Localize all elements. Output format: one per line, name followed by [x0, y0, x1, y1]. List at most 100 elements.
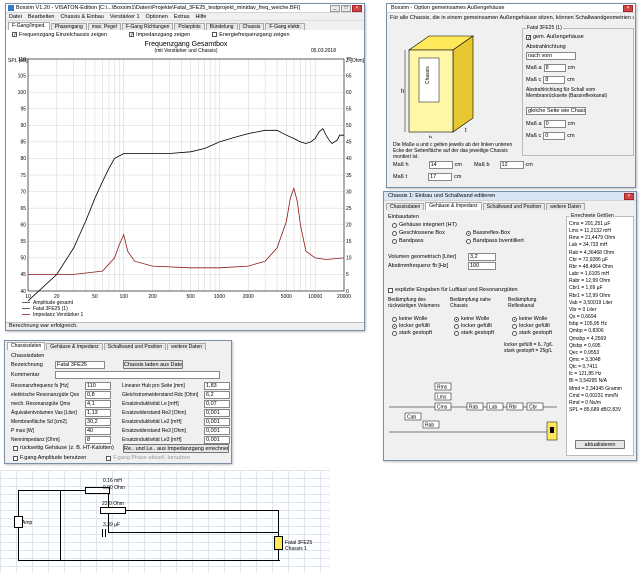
tab-1[interactable]: Phasengang [50, 23, 87, 30]
menu-item-1[interactable]: Bearbeiten [28, 14, 55, 20]
bed-option[interactable]: locker gefüllt [392, 323, 430, 329]
menu-item-4[interactable]: Optionen [146, 14, 168, 20]
gehaeuse-close-button[interactable]: × [623, 4, 633, 12]
result-line: Labr = 1,6105 mH [569, 271, 610, 278]
chassis-tab-0[interactable]: Chassisdaten [7, 342, 46, 350]
tab-6[interactable]: Chassis [238, 23, 265, 30]
param-input[interactable]: 0,001 [204, 408, 230, 417]
abstrahl-select[interactable]: nach vorn [526, 52, 576, 60]
tab-3[interactable]: F-Gang Richtungen [121, 23, 174, 30]
result-line: Qmbp = 0,8306 [569, 328, 604, 335]
chassis-tabs: Chassisdaten Gehäuse & Impedanz Schallwand… [5, 341, 231, 350]
bed-option[interactable]: locker gefüllt [512, 323, 550, 329]
chassis-tab-2[interactable]: Schallwand und Position [103, 343, 167, 350]
mass-a-input[interactable]: 8 [543, 63, 566, 72]
chk-einzelchassis[interactable]: ✓ Frequenzgang Einzelchassis zeigen [12, 31, 107, 38]
einbau-tab-0[interactable]: Chassisdaten [386, 203, 425, 210]
chk-energie[interactable]: Energiefrequenzgang zeigen [212, 31, 290, 38]
bed-option[interactable]: stark gestopft [454, 330, 494, 336]
ytick-right: 35 [346, 173, 352, 179]
mass-c-input[interactable]: 8 [543, 75, 566, 84]
radio-geschlossen[interactable]: Geschlossene Box [392, 230, 457, 236]
result-line: Qtsbp = 0,695 [569, 342, 601, 349]
menu-item-3[interactable]: Verstärker 1 [110, 14, 140, 20]
explizit-checkbox[interactable]: explizite Eingaben für Luftlast und Reso… [388, 287, 518, 293]
chassis-tab-3[interactable]: weitere Daten [167, 343, 207, 350]
amp-label: Amp [22, 520, 33, 526]
abstrahl-label: Abstrahlrichtung [526, 44, 566, 50]
ytick-left: 45 [20, 272, 26, 278]
einbau-close-button[interactable]: × [624, 192, 634, 200]
bed-option[interactable]: stark gestopft [512, 330, 552, 336]
xtick: 1000 [214, 294, 225, 300]
ytick-right: 25 [346, 206, 352, 212]
chk-impedanz[interactable]: ✓ Impedanzgang zeigen [129, 31, 190, 38]
mass-h-input[interactable]: 14 [428, 160, 453, 169]
volumen-input[interactable]: 3,2 [468, 252, 496, 261]
chart-subtitle: (mit Verstärker und Chassis) [154, 48, 217, 54]
menu-item-2[interactable]: Chassis & Einbau [60, 14, 103, 20]
abstimm-input[interactable]: 100 [468, 261, 496, 270]
radio-bassreflex[interactable]: Bassreflex-Box [466, 230, 524, 236]
mass-b-input[interactable]: 12 [499, 160, 524, 169]
bed-option[interactable]: keine Wolle [392, 316, 427, 322]
param-input[interactable]: 8 [85, 435, 111, 444]
menu-item-0[interactable]: Datei [9, 14, 22, 20]
close-button[interactable]: × [352, 4, 362, 12]
resistor-r1[interactable] [100, 507, 126, 514]
param-input[interactable]: 40 [85, 426, 111, 435]
chassis-tab-1[interactable]: Gehäuse & Impedanz [46, 343, 103, 350]
radio-bandpass-vent[interactable]: Bandpass bventilliert [466, 238, 524, 244]
result-line: fsbp = 105,95 Hz [569, 321, 607, 328]
bed-option[interactable]: stark gestopft [392, 330, 432, 336]
aktualisieren-button[interactable]: aktualisieren [575, 440, 625, 449]
mass-t-input[interactable]: 17 [428, 172, 453, 181]
param-input[interactable]: 6,2 [204, 390, 230, 399]
gem-aussengehaeuse-checkbox[interactable]: ✓ gem. Außengehäuse [526, 34, 584, 40]
param-input[interactable]: 0,001 [204, 426, 230, 435]
menu-item-6[interactable]: Hilfe [195, 14, 206, 20]
minimize-button[interactable]: _ [330, 4, 340, 12]
mass-a2-input[interactable]: 0 [543, 119, 566, 128]
param-input[interactable]: 110 [85, 381, 111, 390]
equivalent-circuit: Rms Lms Cms Cab Rab Rab Lab Rbr Cbr [389, 382, 557, 433]
radio-integriert[interactable]: Gehäuse integriert (HT) [392, 222, 457, 228]
chassis-laden-button[interactable]: Chassis laden aus Datei ... [123, 360, 183, 369]
tab-0[interactable]: F-Gang/Imped. [8, 22, 50, 30]
mass-c2-input[interactable]: 0 [543, 131, 566, 140]
tab-2[interactable]: max. Pegel [87, 23, 121, 30]
maximize-button[interactable]: □ [341, 4, 351, 12]
bed-option[interactable]: keine Wolle [454, 316, 489, 322]
bed1-label: Bedämpfung des rückwärtigen Volumens [388, 297, 440, 309]
einbau-tab-2[interactable]: Schallwand und Position [482, 203, 546, 210]
radio-bandpass[interactable]: Bandpass [392, 238, 457, 244]
tab-7[interactable]: F-Gang elektr. [265, 23, 306, 30]
rueckseitig-checkbox[interactable]: rückseitig Gehäuse (z. B. HT-Kalotten) [13, 445, 114, 451]
param-input[interactable]: 0,001 [204, 417, 230, 426]
ytick-right: 40 [346, 156, 352, 162]
fgang-amp-checkbox[interactable]: F.gang Amplitude benutzen [13, 455, 86, 461]
fgang-phase-checkbox[interactable]: F.gang Phase aktuell. benutzen [106, 455, 190, 461]
param-input[interactable]: 1,13 [85, 408, 111, 417]
bezeichnung-input[interactable]: Fatal 3FE25 [55, 360, 105, 369]
speaker-symbol[interactable] [274, 536, 283, 550]
re-le-errechnen-button[interactable]: Re.. und Le.. aus Impedanzgang errechnen [123, 444, 229, 453]
kommentar-input[interactable] [55, 370, 220, 379]
tab-5[interactable]: Bündelung [205, 23, 238, 30]
param-input[interactable]: 1,83 [204, 381, 230, 390]
einbau-tab-3[interactable]: weitere Daten [546, 203, 586, 210]
capacitor-c1[interactable] [102, 529, 106, 537]
menu-item-5[interactable]: Extras [174, 14, 190, 20]
param-input[interactable]: 30,2 [85, 417, 111, 426]
param-input[interactable]: 0,07 [204, 399, 230, 408]
bed-option[interactable]: locker gefüllt [454, 323, 492, 329]
ytick-left: 110 [18, 57, 26, 63]
param-input[interactable]: 0,001 [204, 435, 230, 444]
tab-4[interactable]: Polarplots [174, 23, 205, 30]
param-input[interactable]: 0,8 [85, 390, 111, 399]
param-input[interactable]: 4,1 [85, 399, 111, 408]
schall-select[interactable]: gleiche Seite wie Chassis [526, 107, 586, 115]
ytick-right: 45 [346, 140, 352, 146]
einbau-tab-1[interactable]: Gehäuse & Impedanz [425, 202, 482, 210]
bed-option[interactable]: keine Wolle [512, 316, 547, 322]
